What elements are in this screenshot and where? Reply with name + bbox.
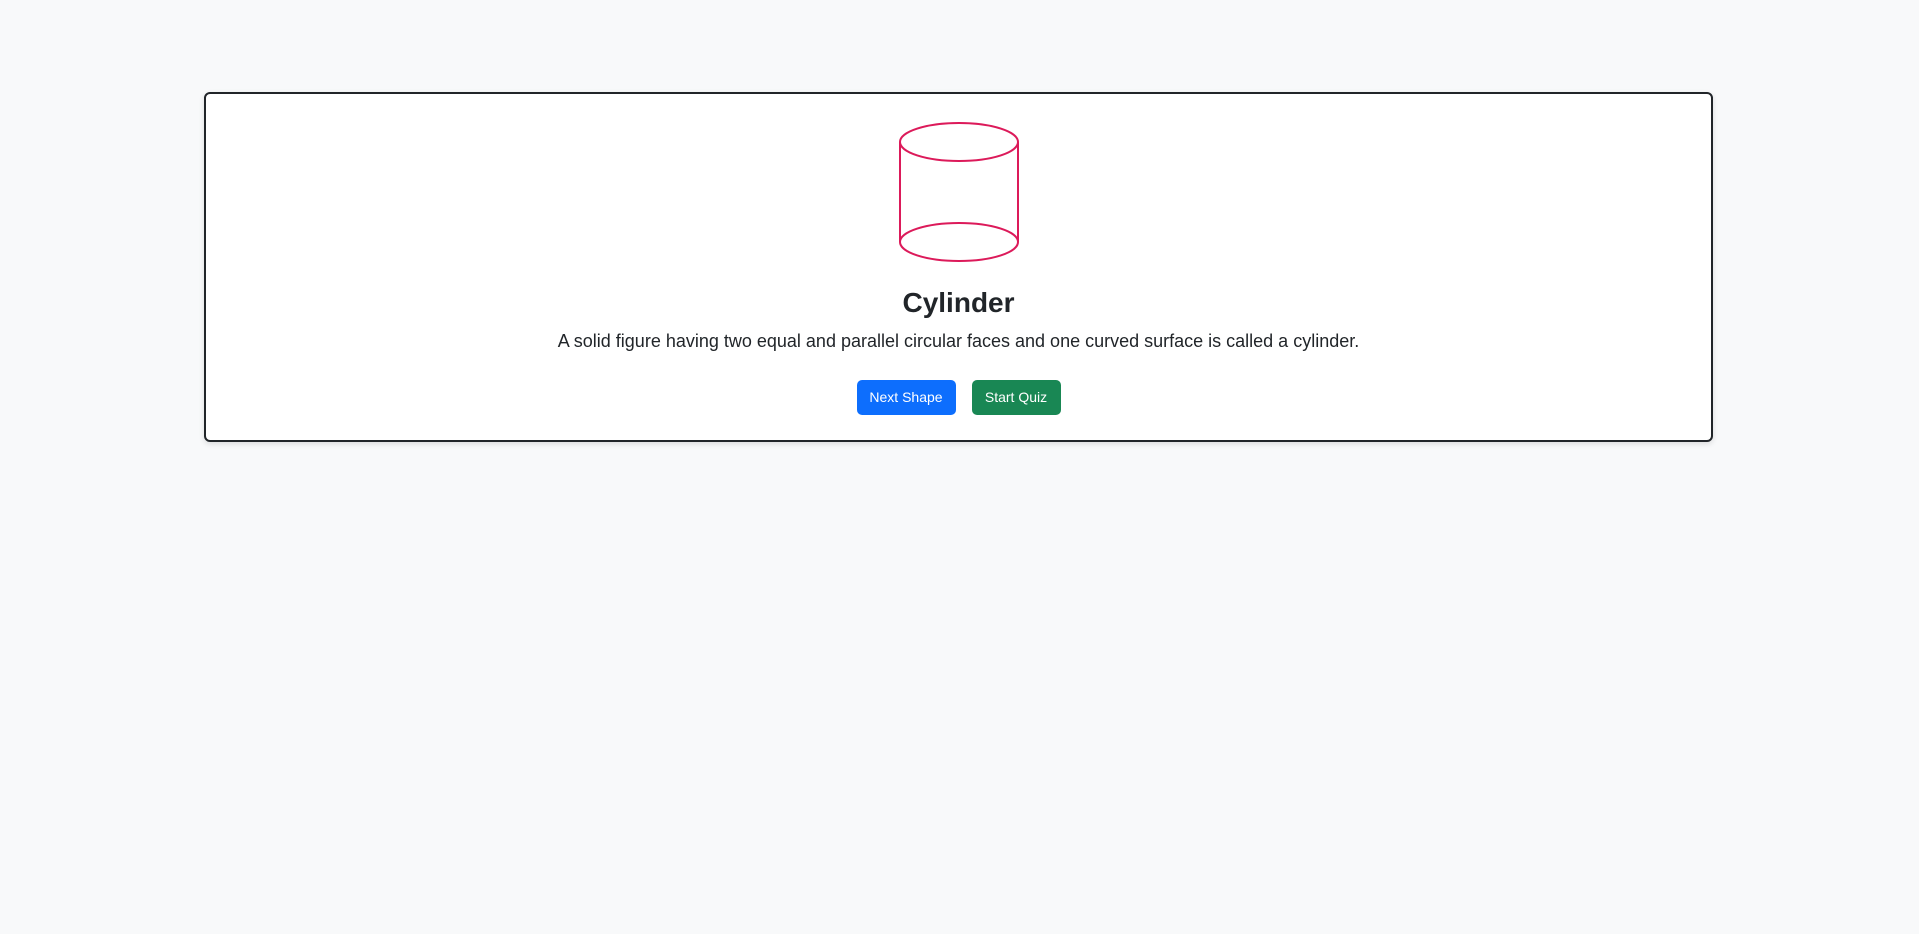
shape-figure <box>206 122 1711 264</box>
start-quiz-button[interactable]: Start Quiz <box>971 380 1061 415</box>
action-buttons: Next Shape Start Quiz <box>206 380 1711 415</box>
shape-title: Cylinder <box>902 287 1015 318</box>
shape-description: A solid figure having two equal and para… <box>557 331 1360 351</box>
shape-card: Cylinder A solid figure having two equal… <box>204 92 1713 442</box>
next-shape-button[interactable]: Next Shape <box>856 380 956 415</box>
cylinder-icon <box>898 122 1019 262</box>
